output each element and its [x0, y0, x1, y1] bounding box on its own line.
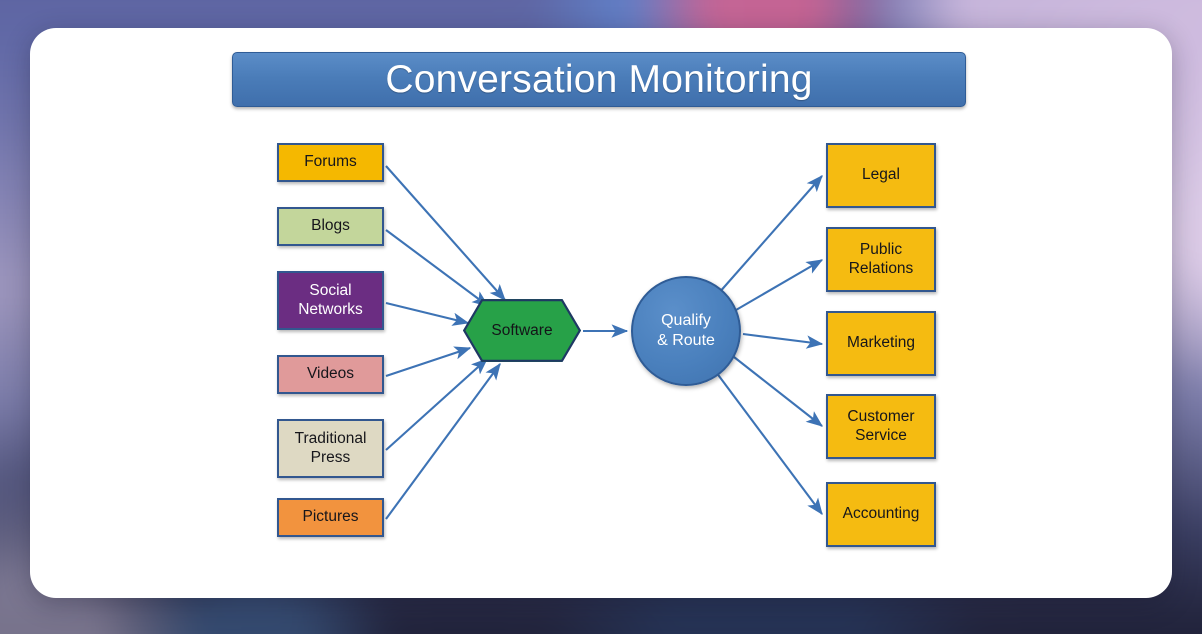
- node-legal-label: Legal: [862, 166, 900, 184]
- node-public-relations-label: Public Relations: [848, 241, 914, 277]
- node-traditional-press-label: Traditional Press: [294, 430, 367, 466]
- node-marketing-label: Marketing: [846, 334, 916, 352]
- node-social-networks-label: Social Networks: [298, 282, 363, 318]
- node-pictures-label: Pictures: [302, 508, 359, 526]
- node-social-networks[interactable]: Social Networks: [277, 271, 384, 330]
- node-public-relations[interactable]: Public Relations: [826, 227, 936, 292]
- slide-card: [30, 28, 1172, 598]
- node-accounting[interactable]: Accounting: [826, 482, 936, 547]
- node-videos[interactable]: Videos: [277, 355, 384, 394]
- node-qualify-route-label: Qualify & Route: [657, 312, 715, 349]
- node-forums-label: Forums: [304, 153, 357, 171]
- node-forums[interactable]: Forums: [277, 143, 384, 182]
- node-blogs[interactable]: Blogs: [277, 207, 384, 246]
- node-software[interactable]: Software: [463, 299, 581, 362]
- node-software-label: Software: [491, 321, 553, 339]
- screenshot-canvas: Conversation Monitoring Forums Blogs Soc…: [0, 0, 1202, 634]
- title-banner: Conversation Monitoring: [232, 52, 966, 107]
- node-pictures[interactable]: Pictures: [277, 498, 384, 537]
- node-customer-service-label: Customer Service: [847, 408, 915, 444]
- node-customer-service[interactable]: Customer Service: [826, 394, 936, 459]
- page-title: Conversation Monitoring: [385, 57, 813, 101]
- node-accounting-label: Accounting: [842, 505, 920, 523]
- node-marketing[interactable]: Marketing: [826, 311, 936, 376]
- node-traditional-press[interactable]: Traditional Press: [277, 419, 384, 478]
- node-blogs-label: Blogs: [311, 217, 350, 235]
- node-qualify-route[interactable]: Qualify & Route: [631, 276, 741, 386]
- node-videos-label: Videos: [306, 365, 355, 383]
- node-legal[interactable]: Legal: [826, 143, 936, 208]
